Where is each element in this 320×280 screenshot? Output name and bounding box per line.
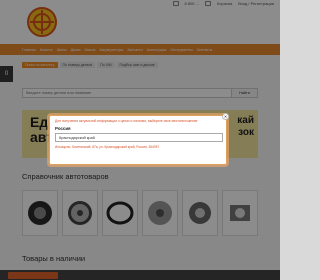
country-label[interactable]: Россия <box>55 126 71 131</box>
close-icon[interactable]: ✕ <box>222 113 229 120</box>
region-select-value: Краснодарский край <box>59 135 95 140</box>
address-suggestion[interactable]: Ильицыно, Кочетинский, 87а, ул. Краснода… <box>55 145 159 149</box>
region-select[interactable]: Краснодарский край <box>55 133 223 142</box>
location-modal: ✕ Для получения актуальной информации о … <box>49 113 229 165</box>
location-hint: Для получения актуальной информации о це… <box>55 119 198 123</box>
